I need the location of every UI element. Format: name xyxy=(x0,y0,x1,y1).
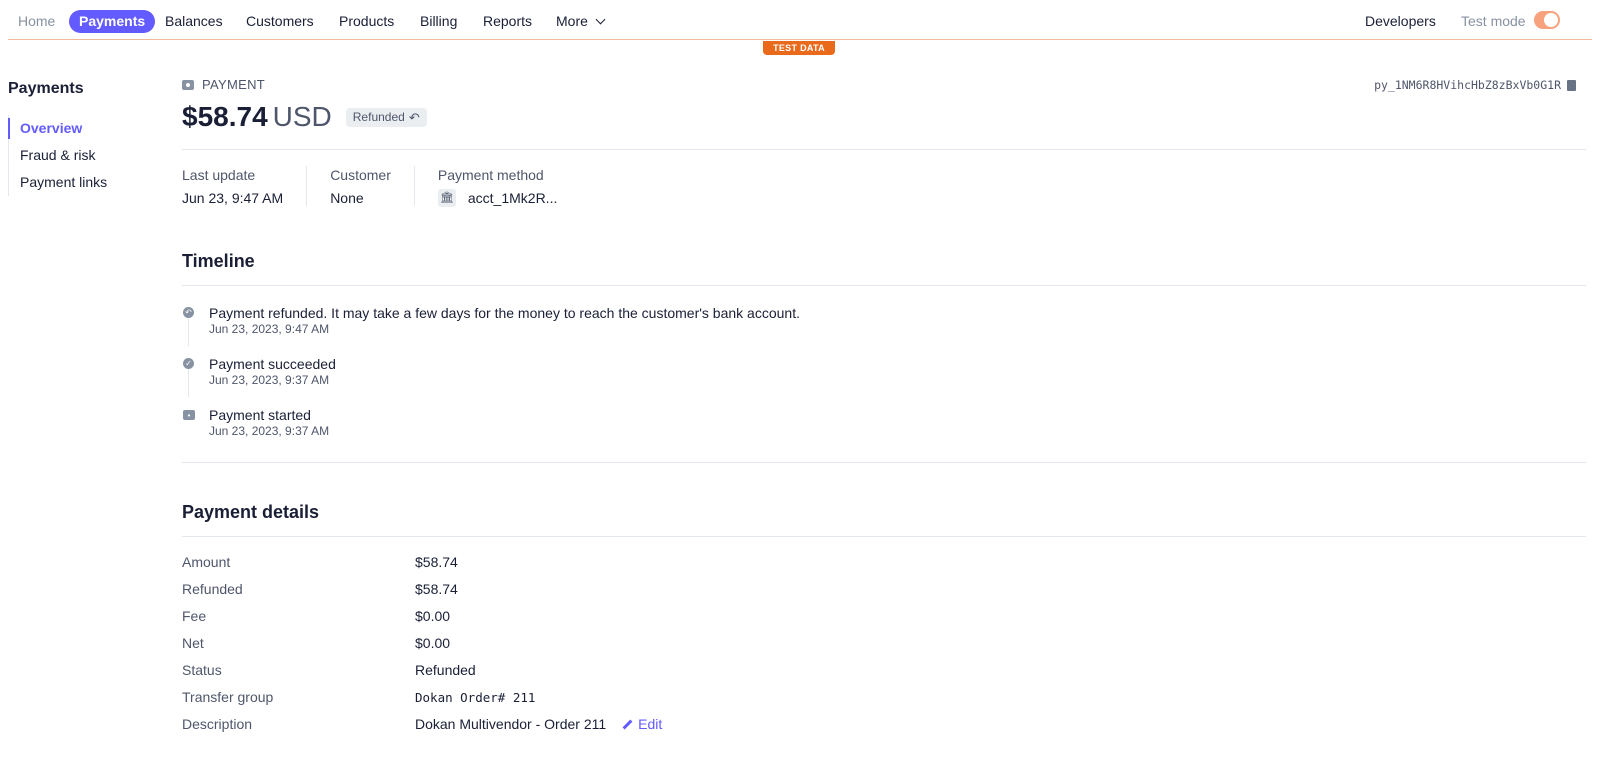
payment-icon: • xyxy=(183,410,195,420)
sidebar: Payments Overview Fraud & risk Payment l… xyxy=(8,78,158,196)
timeline-event-time: Jun 23, 2023, 9:37 AM xyxy=(209,373,330,387)
pencil-icon xyxy=(622,719,633,730)
undo-icon: ↶ xyxy=(408,109,420,125)
nav-billing[interactable]: Billing xyxy=(420,10,457,33)
meta-payment-method-label: Payment method xyxy=(437,167,544,183)
timeline-event-text: Payment succeeded xyxy=(209,356,336,372)
payment-eyebrow-label: PAYMENT xyxy=(202,77,266,92)
nav-customers[interactable]: Customers xyxy=(246,10,314,33)
edit-description-button[interactable]: Edit xyxy=(622,711,662,738)
detail-row: Amount $58.74 xyxy=(182,549,1586,576)
payment-method-text: acct_1Mk2R... xyxy=(467,190,558,206)
nav-reports[interactable]: Reports xyxy=(483,10,532,33)
divider xyxy=(182,536,1586,537)
timeline-connector xyxy=(188,369,189,397)
nav-products[interactable]: Products xyxy=(339,10,394,33)
nav-payments[interactable]: Payments xyxy=(69,10,156,33)
timeline-connector xyxy=(188,318,189,346)
detail-row: Description Dokan Multivendor - Order 211… xyxy=(182,711,1586,738)
detail-key: Amount xyxy=(182,554,231,570)
detail-row: Transfer group Dokan Order# 211 xyxy=(182,684,1586,711)
refund-icon: ↶ xyxy=(183,307,194,318)
divider xyxy=(182,149,1586,150)
test-data-badge: TEST DATA xyxy=(763,41,835,55)
divider xyxy=(182,462,1586,463)
main-content: PAYMENT py_1NM6R8HVihcHbZ8zBxVb0G1R $58.… xyxy=(182,76,1586,738)
meta-last-update-label: Last update xyxy=(182,167,256,183)
timeline: ↶ Payment refunded. It may take a few da… xyxy=(182,294,1586,447)
meta-payment-method: Payment method 🏛 acct_1Mk2R... xyxy=(437,166,580,208)
meta-last-update-value: Jun 23, 9:47 AM xyxy=(182,190,284,206)
detail-key: Refunded xyxy=(182,581,243,597)
test-mode-label: Test mode xyxy=(1461,13,1526,29)
payment-meta: Last update Jun 23, 9:47 AM Customer Non… xyxy=(182,166,1586,208)
detail-row: Net $0.00 xyxy=(182,630,1586,657)
status-badge: Refunded ↶ xyxy=(345,107,427,127)
timeline-item: • Payment started Jun 23, 2023, 9:37 AM xyxy=(182,396,1586,447)
meta-customer-value: None xyxy=(330,190,364,206)
nav-balances[interactable]: Balances xyxy=(165,10,223,33)
check-circle-icon: ✓ xyxy=(183,358,194,369)
meta-last-update: Last update Jun 23, 9:47 AM xyxy=(182,166,308,206)
amount-row: $58.74 USD Refunded ↶ xyxy=(182,100,1586,134)
sidebar-items: Overview Fraud & risk Payment links xyxy=(8,115,158,196)
timeline-event-time: Jun 23, 2023, 9:47 AM xyxy=(209,322,330,336)
copy-icon[interactable] xyxy=(1567,79,1576,91)
detail-row: Refunded $58.74 xyxy=(182,576,1586,603)
payment-id[interactable]: py_1NM6R8HVihcHbZ8zBxVb0G1R xyxy=(1374,78,1576,92)
detail-value: Dokan Order# 211 xyxy=(415,690,536,705)
meta-customer: Customer None xyxy=(330,166,415,206)
sidebar-title: Payments xyxy=(8,80,84,97)
detail-value: $0.00 xyxy=(415,635,451,651)
bank-icon: 🏛 xyxy=(437,189,456,207)
detail-value: Refunded xyxy=(415,662,476,678)
sidebar-item-overview[interactable]: Overview xyxy=(8,115,158,142)
nav-more-label: More xyxy=(556,13,588,29)
timeline-event-text: Payment refunded. It may take a few days… xyxy=(209,305,800,321)
payment-icon xyxy=(182,80,194,90)
timeline-item: ✓ Payment succeeded Jun 23, 2023, 9:37 A… xyxy=(182,345,1586,397)
meta-customer-label: Customer xyxy=(330,167,391,183)
sidebar-item-fraud-risk[interactable]: Fraud & risk xyxy=(9,142,158,169)
meta-payment-method-value[interactable]: 🏛 acct_1Mk2R... xyxy=(437,188,558,208)
detail-key: Fee xyxy=(182,608,207,624)
test-mode-toggle[interactable] xyxy=(1534,11,1560,29)
timeline-item: ↶ Payment refunded. It may take a few da… xyxy=(182,294,1586,346)
timeline-event-time: Jun 23, 2023, 9:37 AM xyxy=(209,424,330,438)
detail-value: $58.74 xyxy=(415,581,458,597)
detail-value: Dokan Multivendor - Order 211 xyxy=(415,716,607,732)
nav-more[interactable]: More xyxy=(556,10,606,33)
payment-id-text: py_1NM6R8HVihcHbZ8zBxVb0G1R xyxy=(1374,78,1561,92)
status-badge-label: Refunded xyxy=(352,109,405,124)
detail-key: Status xyxy=(182,662,222,678)
detail-row: Fee $0.00 xyxy=(182,603,1586,630)
detail-key: Transfer group xyxy=(182,689,274,705)
detail-key: Net xyxy=(182,635,204,651)
toggle-knob xyxy=(1544,13,1558,27)
detail-value: $0.00 xyxy=(415,608,451,624)
payment-header: PAYMENT py_1NM6R8HVihcHbZ8zBxVb0G1R $58.… xyxy=(182,76,1586,134)
nav-developers[interactable]: Developers xyxy=(1365,10,1436,33)
detail-key: Description xyxy=(182,716,253,732)
payment-amount: $58.74 xyxy=(182,101,268,132)
top-nav: Home Payments Balances Customers Product… xyxy=(0,0,1600,41)
divider xyxy=(182,285,1586,286)
payment-details-title: Payment details xyxy=(182,502,320,522)
sidebar-item-payment-links[interactable]: Payment links xyxy=(9,169,158,196)
detail-value: $58.74 xyxy=(415,554,458,570)
timeline-title: Timeline xyxy=(182,251,255,271)
chevron-down-icon xyxy=(595,14,606,25)
edit-label: Edit xyxy=(638,716,663,732)
payment-currency: USD xyxy=(272,101,332,132)
timeline-event-text: Payment started xyxy=(209,407,311,423)
payment-details: Amount $58.74 Refunded $58.74 Fee $0.00 Net… xyxy=(182,549,1586,738)
detail-row: Status Refunded xyxy=(182,657,1586,684)
nav-home[interactable]: Home xyxy=(18,10,55,33)
